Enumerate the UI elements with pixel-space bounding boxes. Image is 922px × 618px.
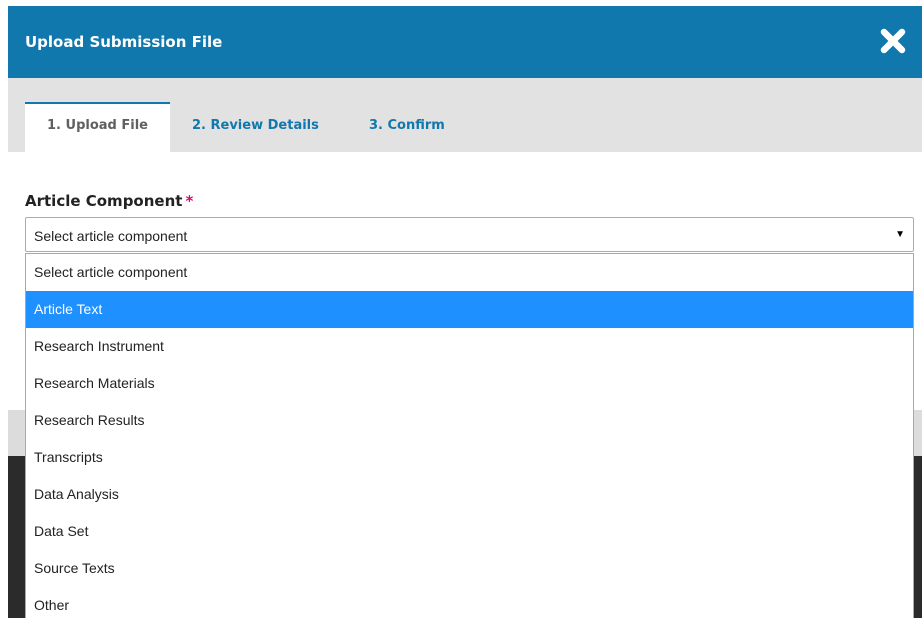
dropdown-option[interactable]: Data Set bbox=[26, 513, 913, 550]
dropdown-option[interactable]: Data Analysis bbox=[26, 476, 913, 513]
close-button[interactable] bbox=[878, 26, 908, 56]
article-component-options: Select article component Article Text Rese… bbox=[25, 253, 914, 618]
tab-review-details[interactable]: 2. Review Details bbox=[192, 102, 319, 152]
required-marker: * bbox=[185, 192, 194, 210]
article-component-label: Article Component * bbox=[25, 192, 193, 210]
tab-upload-file[interactable]: 1. Upload File bbox=[25, 102, 170, 152]
modal-title: Upload Submission File bbox=[25, 33, 223, 51]
article-component-select[interactable]: Select article component ▼ bbox=[25, 217, 914, 252]
upload-submission-modal: Upload Submission File 1. Upload File 2.… bbox=[8, 6, 922, 618]
dropdown-option[interactable]: Research Results bbox=[26, 402, 913, 439]
dropdown-option[interactable]: Transcripts bbox=[26, 439, 913, 476]
select-current-value: Select article component bbox=[34, 228, 188, 244]
dropdown-option[interactable]: Select article component bbox=[26, 254, 913, 291]
tab-confirm[interactable]: 3. Confirm bbox=[369, 102, 445, 152]
close-x-icon bbox=[880, 28, 906, 54]
dropdown-option[interactable]: Research Materials bbox=[26, 365, 913, 402]
modal-header: Upload Submission File bbox=[8, 6, 922, 78]
dropdown-option[interactable]: Source Texts bbox=[26, 550, 913, 587]
article-component-label-text: Article Component bbox=[25, 192, 183, 210]
dropdown-arrow-icon: ▼ bbox=[895, 229, 905, 240]
dropdown-option[interactable]: Article Text bbox=[26, 291, 913, 328]
wizard-tabs: 1. Upload File 2. Review Details 3. Conf… bbox=[8, 78, 922, 152]
dropdown-option[interactable]: Research Instrument bbox=[26, 328, 913, 365]
dropdown-option[interactable]: Other bbox=[26, 587, 913, 618]
